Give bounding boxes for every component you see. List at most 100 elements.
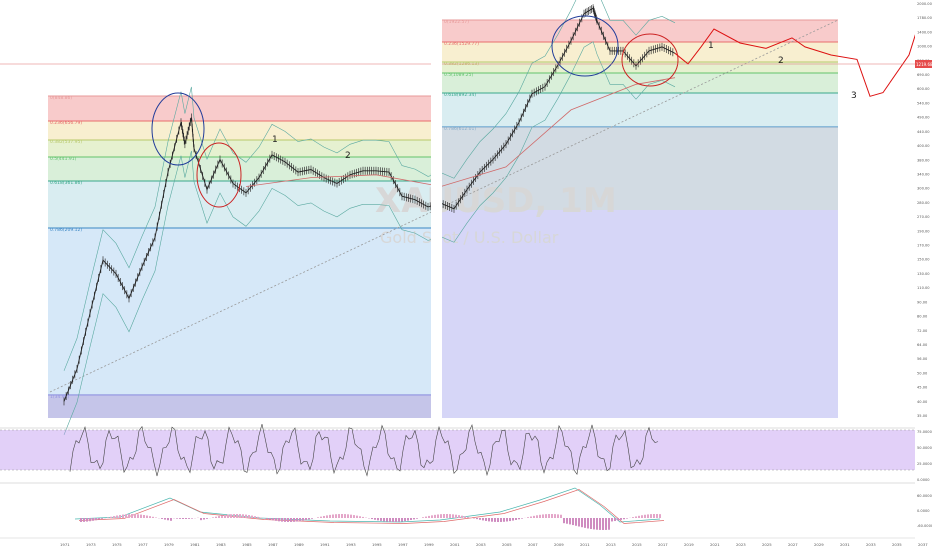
- macd-bar: [422, 517, 424, 518]
- macd-bar: [416, 518, 418, 519]
- fib-zone-left-1: [48, 121, 431, 140]
- macd-bar: [464, 516, 466, 518]
- macd-bar: [593, 518, 595, 529]
- macd-bar: [353, 515, 355, 518]
- macd-bar: [578, 518, 580, 526]
- macd-bar: [581, 518, 583, 527]
- year-tick-label: 2003: [476, 542, 486, 547]
- macd-bar: [545, 514, 547, 518]
- year-tick-label: 1979: [164, 542, 174, 547]
- macd-bar: [614, 518, 616, 521]
- macd-bar: [122, 515, 124, 518]
- macd-bar: [413, 518, 415, 519]
- year-tick-label: 2025: [762, 542, 772, 547]
- macd-bar: [239, 514, 241, 518]
- macd-bar: [92, 518, 94, 521]
- macd-bar: [377, 518, 379, 520]
- price-tick-label: 490.00: [917, 116, 930, 120]
- year-tick-label: 2001: [450, 542, 460, 547]
- macd-bar: [566, 518, 568, 524]
- price-tick-label: 1400.00: [917, 30, 932, 34]
- macd-bar: [650, 514, 652, 518]
- macd-bar: [509, 518, 511, 521]
- macd-bar: [137, 514, 139, 518]
- macd-bar: [425, 517, 427, 518]
- macd-bar: [539, 515, 541, 518]
- macd-bar: [557, 514, 559, 518]
- macd-bar: [611, 518, 613, 521]
- macd-bar: [641, 515, 643, 518]
- macd-bar: [116, 515, 118, 518]
- macd-bar: [548, 514, 550, 518]
- macd-bar: [383, 518, 385, 521]
- macd-bar: [503, 518, 505, 522]
- fib-level-label: 0.618(361.86): [50, 180, 82, 186]
- macd-bar: [113, 516, 115, 518]
- macd-bar: [323, 516, 325, 518]
- last-price-label: 1219.68: [916, 62, 932, 67]
- year-tick-label: 2005: [502, 542, 512, 547]
- macd-bar: [344, 514, 346, 518]
- macd-bar: [311, 518, 313, 519]
- fib-zone-right-3: [442, 73, 838, 93]
- macd-bar: [392, 518, 394, 522]
- fib-level-label: 0(848.86): [50, 95, 72, 101]
- macd-bar: [176, 518, 178, 519]
- macd-bar: [299, 518, 301, 521]
- wave-label: 2: [778, 56, 784, 66]
- year-tick-label: 1991: [320, 542, 330, 547]
- macd-bar: [332, 514, 334, 518]
- price-tick-label: 690.00: [917, 73, 930, 77]
- macd-bar: [638, 516, 640, 518]
- price-tick-label: 440.00: [917, 130, 930, 134]
- year-tick-label: 2031: [840, 542, 850, 547]
- macd-histogram: [80, 514, 661, 530]
- price-tick-label: 72.00: [917, 329, 928, 333]
- macd-bar: [317, 517, 319, 518]
- macd-bar: [281, 518, 283, 522]
- macd-bar: [143, 515, 145, 518]
- macd-bar: [254, 516, 256, 518]
- macd-bar: [494, 518, 496, 522]
- macd-bar: [134, 514, 136, 518]
- year-tick-label: 1985: [242, 542, 252, 547]
- macd-bar: [587, 518, 589, 528]
- macd-bar: [170, 518, 172, 521]
- macd-bar: [371, 518, 373, 519]
- fib-level-label: 0.5(1089.25): [444, 72, 474, 78]
- price-axis: 2000.001780.001400.001000.00800.00690.00…: [915, 0, 932, 550]
- macd-bar: [446, 514, 448, 518]
- macd-bar: [386, 518, 388, 522]
- macd-bar: [404, 518, 406, 521]
- macd-bar: [149, 516, 151, 518]
- macd-bar: [188, 518, 190, 519]
- year-tick-label: 1987: [268, 542, 278, 547]
- macd-bar: [374, 518, 376, 520]
- macd-bar: [131, 514, 133, 518]
- macd-bar: [434, 515, 436, 518]
- price-tick-label: 45.00: [917, 386, 928, 390]
- year-tick-label: 2013: [606, 542, 616, 547]
- macd-bar: [257, 517, 259, 518]
- macd-bar: [224, 515, 226, 518]
- fib-zone-right-4: [442, 93, 838, 127]
- macd-bar: [596, 518, 598, 530]
- macd-bar: [185, 518, 187, 519]
- macd-bar: [563, 518, 565, 523]
- year-tick-label: 2007: [528, 542, 538, 547]
- price-tick-label: 150.00: [917, 258, 930, 262]
- fib-zone-left-2: [48, 140, 431, 157]
- macd-bar: [218, 516, 220, 518]
- year-tick-label: 1983: [216, 542, 226, 547]
- price-tick-label: 340.00: [917, 172, 930, 176]
- macd-bar: [449, 514, 451, 518]
- fib-level-label: 0.5(441.91): [50, 156, 77, 162]
- fib-level-label: 0.786(209.12): [50, 227, 82, 233]
- macd-bar: [380, 518, 382, 521]
- price-tick-label: 1000.00: [917, 45, 932, 49]
- year-tick-label: 1981: [190, 542, 200, 547]
- macd-bar: [338, 514, 340, 518]
- macd-bar: [542, 514, 544, 518]
- macd-bar: [395, 518, 397, 522]
- macd-tick-label: 60.0000: [917, 494, 932, 498]
